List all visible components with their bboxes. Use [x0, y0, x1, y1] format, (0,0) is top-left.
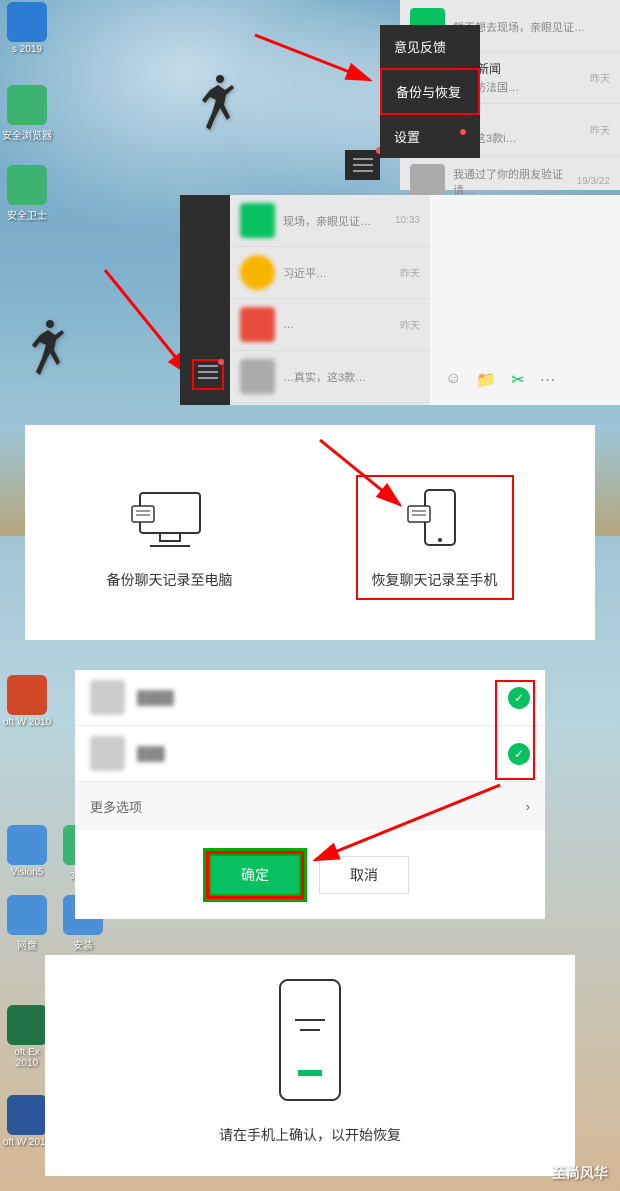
backup-restore-dialog: 备份聊天记录至电脑 恢复聊天记录至手机	[25, 425, 595, 640]
chat-preview: …	[283, 319, 400, 331]
scissors-icon[interactable]: ✂	[511, 370, 524, 390]
phone-confirm-dialog: 请在手机上确认，以开始恢复	[45, 955, 575, 1176]
chat-time: 19/3/22	[577, 176, 610, 187]
sidebar	[180, 195, 230, 405]
chat-list: 现场，亲眼见证…10:33 习近平…昨天 …昨天 …真实，这3款… 朋友验证请……	[230, 195, 430, 405]
avatar	[240, 203, 275, 238]
chevron-right-icon: ›	[526, 799, 530, 814]
icon-label: Vision5	[11, 867, 44, 878]
contact-row[interactable]: ████ ✓	[75, 670, 545, 726]
chat-preview: 现场，亲眼见证…	[283, 213, 395, 229]
notification-dot-icon	[218, 359, 224, 365]
chat-pane: ☺ 📁 ✂ ⋯	[430, 195, 620, 405]
chat-item[interactable]: …昨天	[230, 299, 430, 351]
chat-time: 昨天	[590, 122, 610, 137]
watermark: 至尚风华	[552, 1163, 608, 1183]
runner-silhouette	[30, 320, 70, 380]
option-label: 备份聊天记录至电脑	[107, 570, 233, 590]
chat-time: 昨天	[400, 265, 420, 280]
icon-label: 安装	[73, 941, 93, 952]
panel-menu-screenshot: 想不想去现场，亲眼见证… 腾讯新闻年再访法国… 昨天 M实，这3款i… 昨天 我…	[0, 0, 620, 190]
hamburger-menu-button[interactable]	[345, 150, 380, 180]
contact-row[interactable]: ███ ✓	[75, 726, 545, 782]
chat-item[interactable]: 现场，亲眼见证…10:33	[230, 195, 430, 247]
highlight-annotation	[495, 680, 535, 780]
contact-name: ███	[137, 746, 508, 761]
desktop-icon[interactable]: oft W 2010	[2, 675, 52, 728]
runner-silhouette	[200, 75, 240, 135]
folder-icon[interactable]: 📁	[476, 370, 496, 390]
backup-to-computer-option[interactable]: 备份聊天记录至电脑	[107, 485, 233, 590]
chat-time: 昨天	[590, 70, 610, 85]
menu-label: 设置	[394, 130, 420, 145]
emoji-icon[interactable]: ☺	[445, 370, 461, 390]
option-label: 恢复聊天记录至手机	[372, 570, 498, 590]
chat-preview: 习近平…	[283, 265, 400, 281]
chat-item[interactable]: 朋友验证请…19/3/22	[230, 403, 430, 405]
avatar	[90, 680, 125, 715]
more-icon[interactable]: ⋯	[540, 370, 556, 390]
confirm-button[interactable]: 确定	[211, 856, 299, 894]
notification-dot-icon	[460, 129, 466, 135]
icon-label: oft Ex 2010	[14, 1047, 40, 1069]
avatar	[410, 164, 445, 199]
icon-label: oft W 2010	[3, 717, 51, 728]
desktop-icon[interactable]: Vision5	[2, 825, 52, 878]
phone-waiting-icon	[270, 975, 350, 1105]
avatar	[240, 307, 275, 342]
contact-selection-dialog: ████ ✓ ███ ✓ 更多选项 › 确定 取消	[75, 670, 545, 919]
menu-item-backup-restore[interactable]: 备份与恢复	[380, 68, 480, 115]
phone-icon	[395, 485, 475, 555]
chat-preview: 我通过了你的朋友验证请…	[453, 166, 577, 198]
chat-preview: …真实，这3款…	[283, 369, 420, 385]
icon-label: 网盘	[17, 941, 37, 952]
chat-item[interactable]: 习近平…昨天	[230, 247, 430, 299]
wechat-window: 现场，亲眼见证…10:33 习近平…昨天 …昨天 …真实，这3款… 朋友验证请……	[180, 195, 620, 405]
monitor-icon	[130, 485, 210, 555]
restore-to-phone-option[interactable]: 恢复聊天记录至手机	[356, 475, 514, 600]
hamburger-menu-button[interactable]	[192, 359, 224, 390]
menu-item-feedback[interactable]: 意见反馈	[380, 25, 480, 68]
desktop-icon[interactable]: 网盘	[2, 895, 52, 952]
cancel-button[interactable]: 取消	[319, 856, 409, 894]
more-options-row[interactable]: 更多选项 ›	[75, 782, 545, 831]
more-menu: 意见反馈 备份与恢复 设置	[380, 25, 480, 158]
icon-label: oft W 2010	[3, 1137, 51, 1148]
chat-item[interactable]: …真实，这3款…	[230, 351, 430, 403]
avatar	[240, 255, 275, 290]
chat-time: 10:33	[395, 215, 420, 226]
panel-hamburger-screenshot: 现场，亲眼见证…10:33 习近平…昨天 …昨天 …真实，这3款… 朋友验证请……	[0, 195, 620, 405]
contact-name: ████	[137, 690, 508, 705]
chat-time: 昨天	[400, 317, 420, 332]
arrow-annotation	[250, 30, 380, 90]
menu-item-settings[interactable]: 设置	[380, 115, 480, 158]
instruction-text: 请在手机上确认，以开始恢复	[65, 1125, 555, 1145]
avatar	[240, 359, 275, 394]
more-options-label: 更多选项	[90, 797, 142, 816]
avatar	[90, 736, 125, 771]
